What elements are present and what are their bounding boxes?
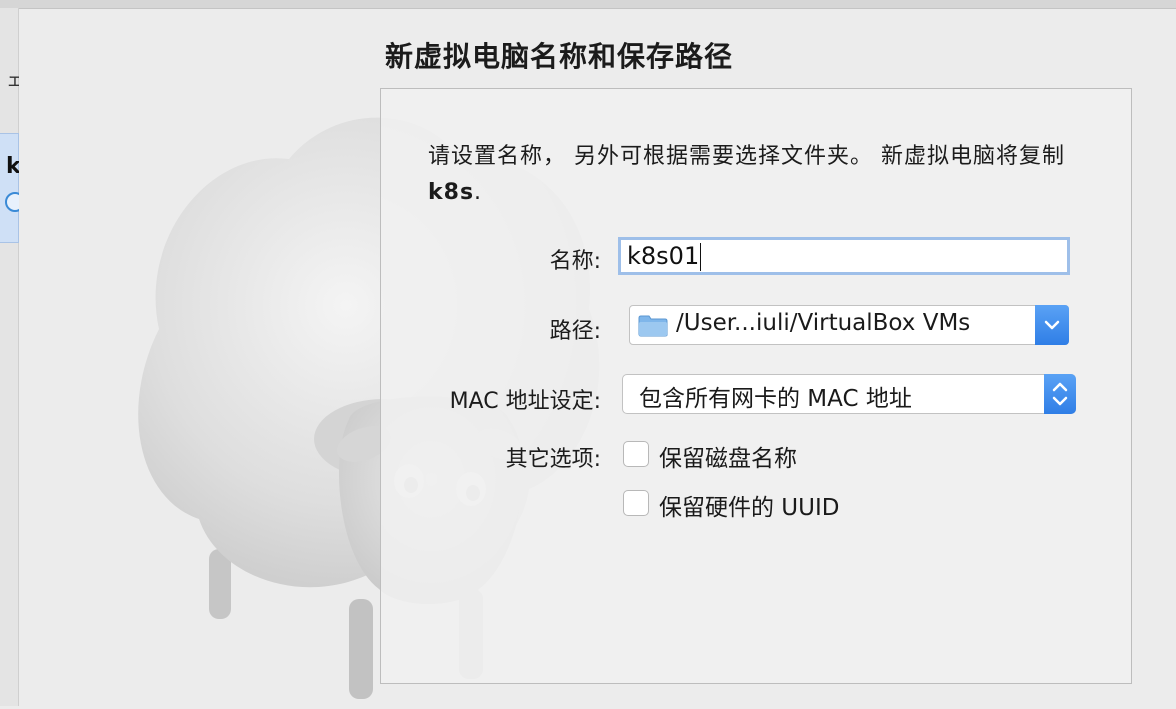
description-body: 请设置名称， 另外可根据需要选择文件夹。 新虚拟电脑将复制 [428, 144, 1065, 169]
mac-policy-value: 包含所有网卡的 MAC 地址 [639, 386, 912, 412]
mac-policy-label: MAC 地址设定: [449, 389, 601, 414]
path-dropdown-button[interactable] [1035, 305, 1069, 345]
name-label: 名称: [549, 249, 601, 274]
text-caret [700, 243, 702, 271]
description-text: 请设置名称， 另外可根据需要选择文件夹。 新虚拟电脑将复制 k8s. [428, 139, 1108, 211]
mac-policy-select[interactable]: 包含所有网卡的 MAC 地址 [622, 374, 1076, 414]
source-vm-name: k8s [428, 180, 475, 205]
path-select[interactable]: /User...iuli/VirtualBox VMs [629, 305, 1069, 345]
clone-vm-sheet: 新虚拟电脑名称和保存路径 请设置名称， 另外可根据需要选择文件夹。 新虚拟电脑将… [19, 9, 1176, 706]
background-window-titlebar [0, 0, 1176, 9]
background-vm-list: ェ [0, 8, 24, 706]
chevron-updown-icon [1052, 382, 1068, 406]
clone-settings-panel: 请设置名称， 另外可根据需要选择文件夹。 新虚拟电脑将复制 k8s. 名称: k… [380, 88, 1132, 684]
name-input-value: k8s01 [627, 242, 700, 270]
keep-disk-names-label: 保留磁盘名称 [659, 446, 797, 472]
name-input[interactable]: k8s01 [618, 237, 1070, 275]
keep-hardware-uuid-label: 保留硬件的 UUID [659, 495, 840, 521]
mac-policy-stepper[interactable] [1044, 374, 1076, 414]
keep-disk-names-checkbox[interactable] [623, 441, 649, 467]
folder-icon [638, 315, 668, 337]
path-value: /User...iuli/VirtualBox VMs [676, 310, 971, 336]
path-label: 路径: [549, 319, 601, 344]
page-title: 新虚拟电脑名称和保存路径 [385, 40, 734, 73]
other-options-label: 其它选项: [505, 447, 601, 472]
chevron-down-icon [1044, 320, 1060, 330]
keep-hardware-uuid-checkbox[interactable] [623, 490, 649, 516]
description-period: . [474, 180, 483, 205]
background-selected-vm[interactable]: k [0, 133, 25, 243]
